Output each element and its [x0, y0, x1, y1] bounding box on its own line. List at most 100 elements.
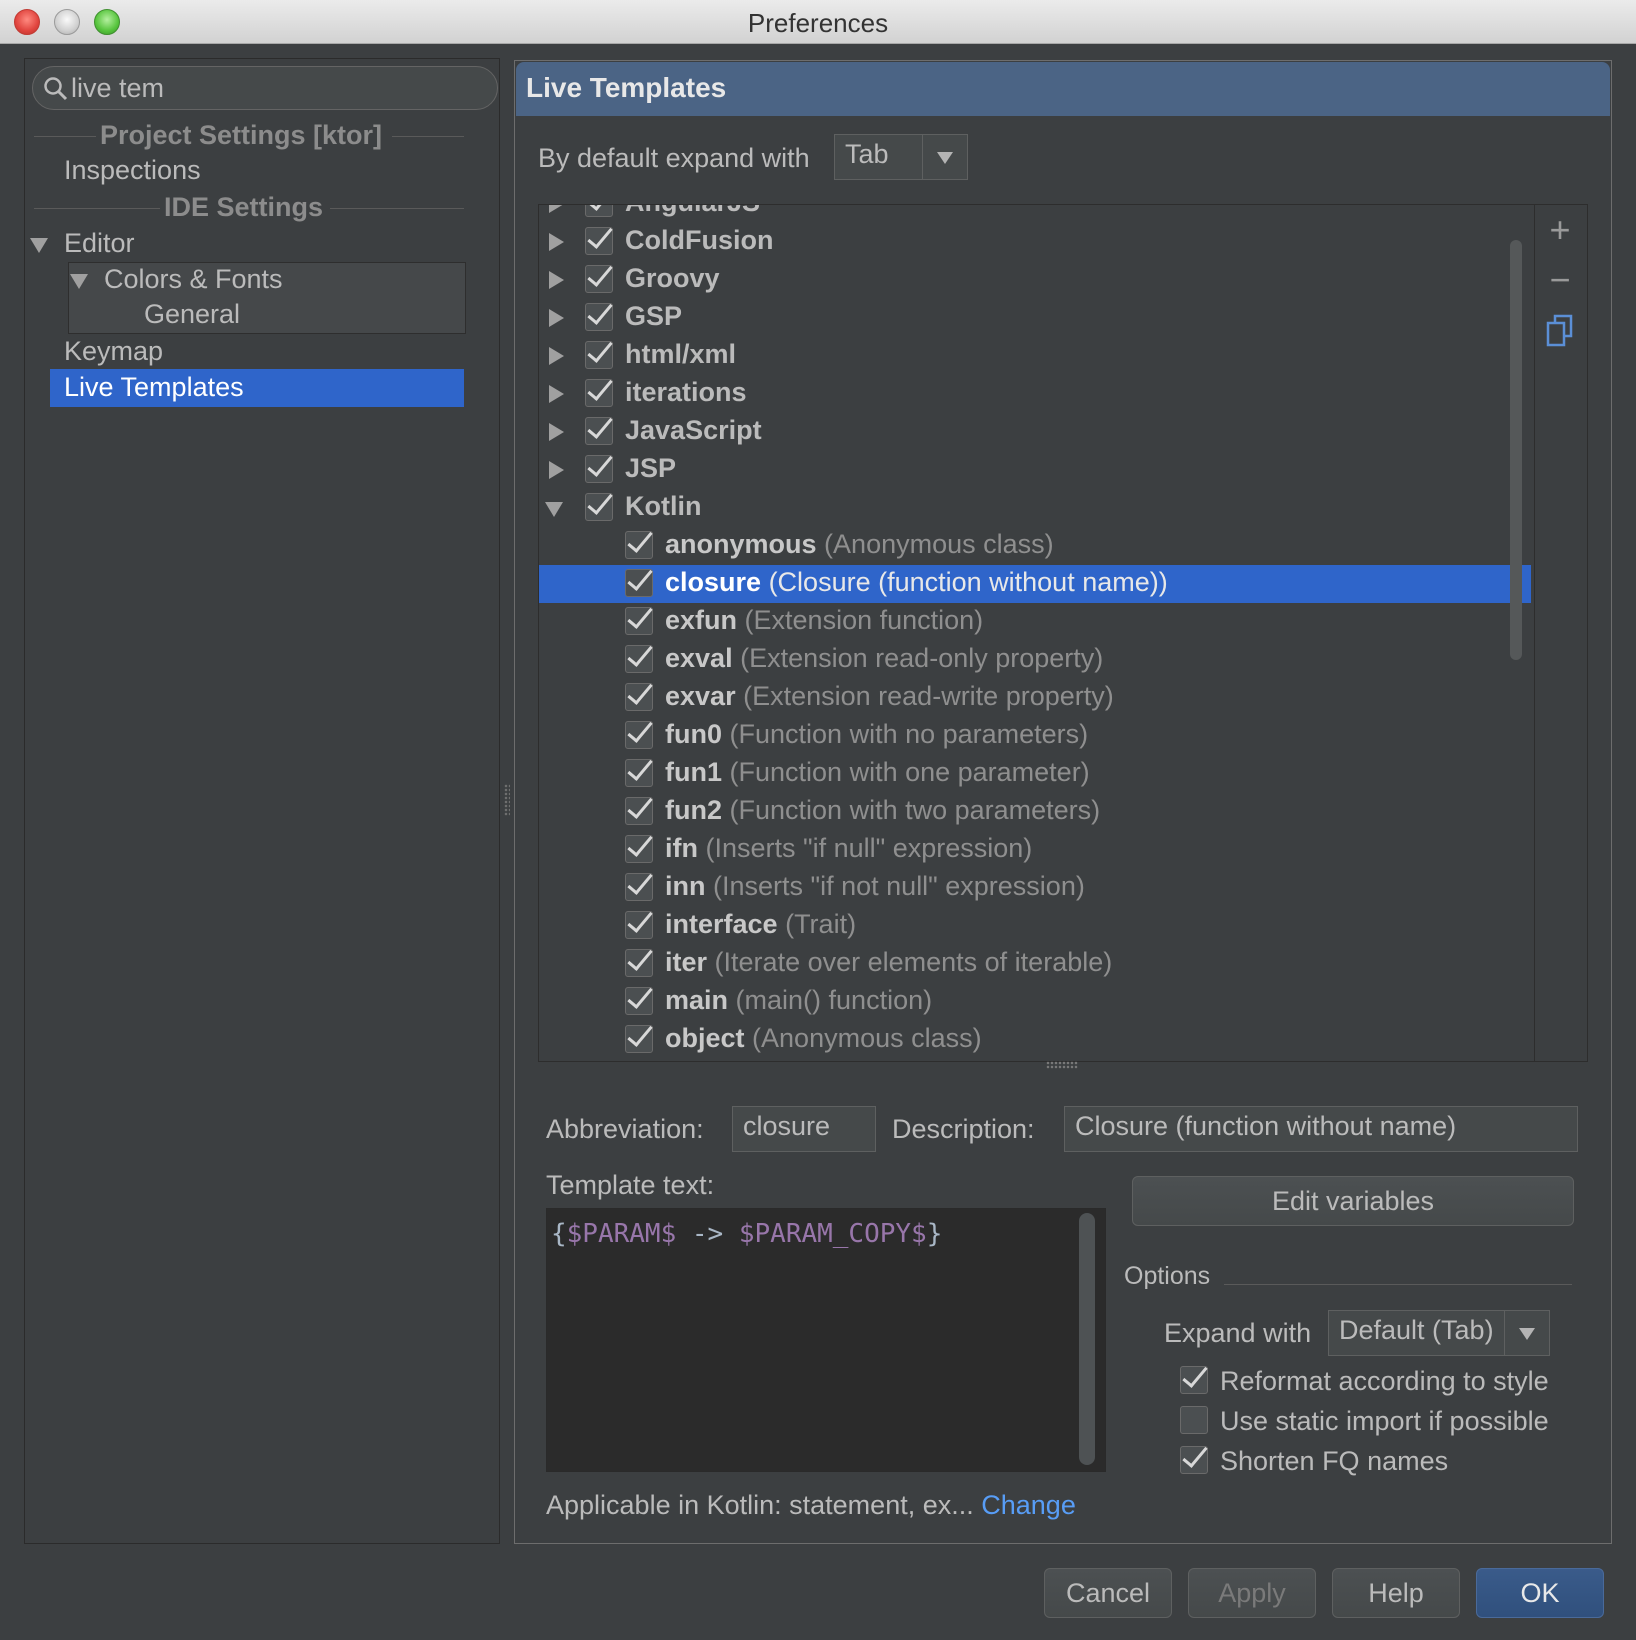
template-row[interactable]: exfun (Extension function) — [539, 603, 1531, 641]
template-checkbox[interactable] — [625, 987, 653, 1015]
editor-scrollbar[interactable] — [1079, 1213, 1095, 1465]
expand-colors-fonts-icon[interactable] — [70, 274, 88, 289]
code-var-param: $PARAM$ — [566, 1219, 677, 1249]
template-checkbox[interactable] — [625, 911, 653, 939]
template-checkbox[interactable] — [625, 531, 653, 559]
tree-group-row[interactable]: html/xml — [539, 337, 1531, 375]
template-checkbox[interactable] — [625, 569, 653, 597]
template-row[interactable]: exvar (Extension read-write property) — [539, 679, 1531, 717]
template-row[interactable]: object (Anonymous class) — [539, 1021, 1531, 1059]
group-checkbox[interactable] — [585, 455, 613, 483]
expand-group-icon[interactable] — [549, 347, 564, 365]
default-expand-value: Tab — [845, 139, 889, 169]
template-checkbox[interactable] — [625, 721, 653, 749]
template-row[interactable]: inn (Inserts "if not null" expression) — [539, 869, 1531, 907]
tree-group-row[interactable]: Groovy — [539, 261, 1531, 299]
template-checkbox[interactable] — [625, 607, 653, 635]
template-checkbox[interactable] — [625, 1025, 653, 1053]
group-checkbox[interactable] — [585, 205, 613, 217]
tree-scrollbar[interactable] — [1510, 240, 1522, 660]
apply-button[interactable]: Apply — [1188, 1568, 1316, 1618]
template-desc: (Trait) — [785, 909, 857, 939]
group-checkbox[interactable] — [585, 265, 613, 293]
tree-group-row[interactable]: iterations — [539, 375, 1531, 413]
group-checkbox[interactable] — [585, 493, 613, 521]
template-row[interactable]: anonymous (Anonymous class) — [539, 527, 1531, 565]
template-desc: (Function with no parameters) — [729, 719, 1089, 749]
template-checkbox[interactable] — [625, 759, 653, 787]
template-row[interactable]: exval (Extension read-only property) — [539, 641, 1531, 679]
tree-group-row[interactable]: ColdFusion — [539, 223, 1531, 261]
expand-with-select[interactable]: Default (Tab) — [1328, 1310, 1550, 1356]
template-desc: (Inserts "if null" expression) — [705, 833, 1033, 863]
tree-group-row[interactable]: GSP — [539, 299, 1531, 337]
template-label: fun0 (Function with no parameters) — [665, 719, 1088, 750]
sidebar-item-live-templates[interactable]: Live Templates — [64, 372, 244, 403]
group-checkbox[interactable] — [585, 379, 613, 407]
tree-group-row[interactable]: AngularJS — [539, 205, 1531, 223]
change-context-link[interactable]: Change — [981, 1490, 1076, 1520]
template-row-selected[interactable]: closure (Closure (function without name)… — [539, 565, 1531, 603]
expand-group-icon[interactable] — [549, 271, 564, 289]
template-checkbox[interactable] — [625, 797, 653, 825]
group-checkbox[interactable] — [585, 341, 613, 369]
expand-editor-icon[interactable] — [30, 238, 48, 253]
copy-template-button[interactable] — [1540, 312, 1580, 352]
template-checkbox[interactable] — [625, 873, 653, 901]
collapse-group-icon[interactable] — [545, 502, 563, 517]
template-row[interactable]: fun0 (Function with no parameters) — [539, 717, 1531, 755]
template-checkbox[interactable] — [625, 949, 653, 977]
description-field[interactable]: Closure (function without name) — [1064, 1106, 1578, 1152]
search-value: live tem — [71, 73, 165, 103]
template-label: object (Anonymous class) — [665, 1023, 982, 1054]
sidebar-item-inspections[interactable]: Inspections — [64, 155, 201, 186]
expand-group-icon[interactable] — [549, 461, 564, 479]
tree-group-row[interactable]: JavaScript — [539, 413, 1531, 451]
ide-settings-header: IDE Settings — [164, 192, 324, 222]
template-checkbox[interactable] — [625, 645, 653, 673]
divider — [330, 208, 464, 209]
remove-template-button[interactable]: − — [1540, 260, 1580, 300]
edit-variables-button[interactable]: Edit variables — [1132, 1176, 1574, 1226]
abbreviation-field[interactable]: closure — [732, 1106, 876, 1152]
splitter-handle[interactable] — [504, 784, 510, 816]
sidebar-item-keymap[interactable]: Keymap — [64, 336, 163, 367]
help-button[interactable]: Help — [1332, 1568, 1460, 1618]
expand-group-icon[interactable] — [549, 385, 564, 403]
tree-group-row[interactable]: Kotlin — [539, 489, 1531, 527]
group-checkbox[interactable] — [585, 227, 613, 255]
template-row[interactable]: main (main() function) — [539, 983, 1531, 1021]
expand-group-icon[interactable] — [549, 423, 564, 441]
template-text-editor[interactable]: {$PARAM$ -> $PARAM_COPY$} — [546, 1208, 1106, 1472]
default-expand-select[interactable]: Tab — [834, 134, 968, 180]
expand-group-icon[interactable] — [549, 205, 564, 213]
static-import-checkbox[interactable] — [1180, 1406, 1208, 1434]
templates-tree[interactable]: AngularJS ColdFusion Groovy GSP html/xml… — [538, 204, 1588, 1062]
template-row[interactable]: fun1 (Function with one parameter) — [539, 755, 1531, 793]
group-label: AngularJS — [625, 205, 760, 218]
shorten-fq-checkbox[interactable] — [1180, 1446, 1208, 1474]
template-row[interactable]: ifn (Inserts "if null" expression) — [539, 831, 1531, 869]
expand-group-icon[interactable] — [549, 309, 564, 327]
expand-group-icon[interactable] — [549, 233, 564, 251]
sidebar-item-editor[interactable]: Editor — [64, 228, 135, 259]
template-row[interactable]: iter (Iterate over elements of iterable) — [539, 945, 1531, 983]
resize-handle[interactable] — [1046, 1061, 1078, 1069]
ok-button[interactable]: OK — [1476, 1568, 1604, 1618]
group-checkbox[interactable] — [585, 417, 613, 445]
search-input[interactable]: live tem — [32, 66, 498, 110]
applicable-context: Applicable in Kotlin: statement, ex... C… — [546, 1490, 1076, 1521]
template-checkbox[interactable] — [625, 835, 653, 863]
tree-group-row[interactable]: JSP — [539, 451, 1531, 489]
reformat-checkbox[interactable] — [1180, 1366, 1208, 1394]
cancel-button[interactable]: Cancel — [1044, 1568, 1172, 1618]
template-row[interactable]: interface (Trait) — [539, 907, 1531, 945]
sidebar-item-colors-fonts[interactable]: Colors & Fonts — [104, 264, 283, 295]
group-checkbox[interactable] — [585, 303, 613, 331]
add-template-button[interactable]: + — [1540, 210, 1580, 250]
template-desc: (Inserts "if not null" expression) — [713, 871, 1085, 901]
sidebar-item-general[interactable]: General — [144, 299, 240, 330]
template-row[interactable]: fun2 (Function with two parameters) — [539, 793, 1531, 831]
template-label: main (main() function) — [665, 985, 932, 1016]
template-checkbox[interactable] — [625, 683, 653, 711]
